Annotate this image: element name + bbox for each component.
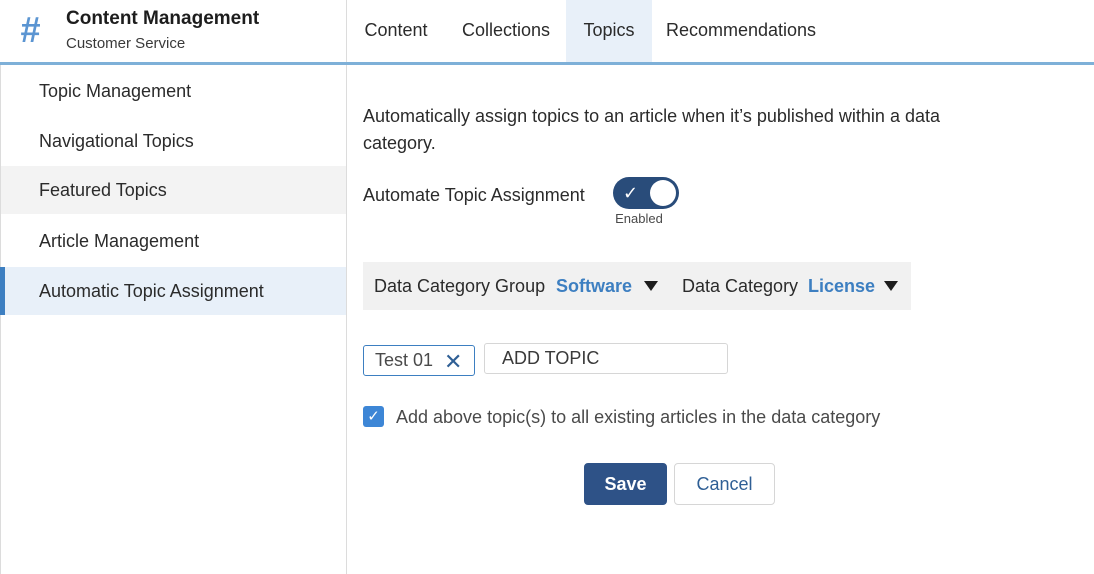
close-icon[interactable]: ✕ — [444, 346, 462, 377]
description-text: Automatically assign topics to an articl… — [363, 106, 940, 153]
hash-icon: # — [20, 9, 41, 50]
topic-pill-label: Test 01 — [375, 350, 434, 370]
automate-label: Automate Topic Assignment — [363, 185, 585, 205]
check-icon: ✓ — [623, 183, 639, 203]
data-category-group-value[interactable]: Software — [556, 262, 632, 310]
tab-bar: Content Collections Topics Recommendatio… — [347, 0, 1094, 62]
tab-collections[interactable]: Collections — [447, 0, 565, 62]
sidebar-item-navigational-topics[interactable]: Navigational Topics — [1, 117, 346, 165]
sidebar-item-automatic-topic-assignment[interactable]: Automatic Topic Assignment — [0, 267, 346, 315]
data-category-label: Data Category — [682, 276, 799, 296]
app-subtitle: Customer Service — [66, 35, 186, 52]
tab-content[interactable]: Content — [347, 0, 445, 62]
sidebar-item-featured-topics[interactable]: Featured Topics — [1, 166, 346, 214]
chevron-down-icon[interactable] — [884, 281, 898, 291]
toggle-state-label: Enabled — [615, 211, 663, 226]
sidebar: Topic Management Navigational Topics Fea… — [0, 65, 347, 574]
automate-toggle[interactable]: ✓ — [613, 177, 679, 209]
tab-topics[interactable]: Topics — [566, 0, 652, 62]
toggle-knob — [650, 180, 676, 206]
app-title: Content Management — [66, 8, 260, 29]
data-category-value[interactable]: License — [808, 262, 875, 310]
add-topic-input[interactable] — [484, 343, 728, 374]
tab-recommendations[interactable]: Recommendations — [657, 0, 825, 62]
chevron-down-icon[interactable] — [644, 281, 658, 291]
sidebar-item-topic-management[interactable]: Topic Management — [1, 67, 346, 115]
cancel-button[interactable]: Cancel — [674, 463, 775, 505]
main-panel: Automatically assign topics to an articl… — [347, 65, 1094, 574]
save-button[interactable]: Save — [584, 463, 667, 505]
app-header: # Content Management Customer Service — [0, 0, 347, 62]
apply-existing-label: Add above topic(s) to all existing artic… — [396, 407, 881, 427]
sidebar-item-article-management[interactable]: Article Management — [1, 217, 346, 265]
data-category-filter-bar: Data Category Group Software Data Catego… — [363, 262, 911, 310]
data-category-group-label: Data Category Group — [374, 276, 546, 296]
apply-existing-checkbox[interactable]: ✓ — [363, 406, 384, 427]
topic-pill: Test 01 ✕ — [363, 345, 475, 376]
